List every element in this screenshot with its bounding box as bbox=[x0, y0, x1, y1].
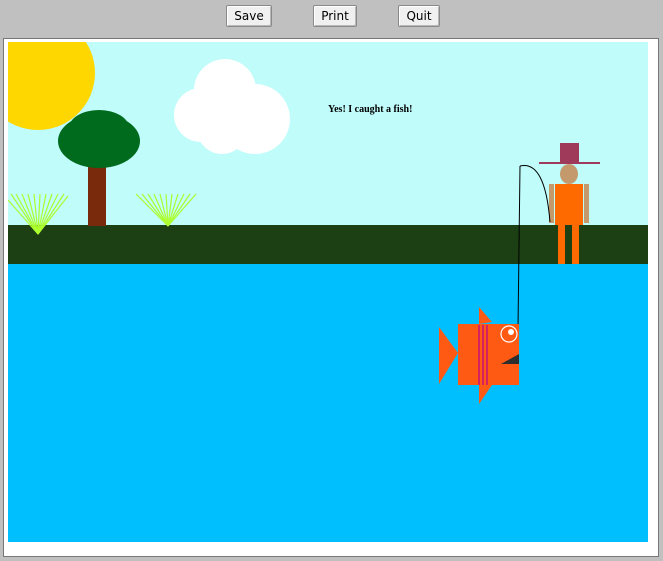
quit-button[interactable]: Quit bbox=[398, 5, 440, 27]
toolbar: Save Print Quit bbox=[0, 0, 663, 36]
torso bbox=[555, 184, 583, 225]
grass-strip bbox=[8, 225, 648, 264]
drawing-panel: Yes! I caught a fish! bbox=[3, 38, 659, 557]
print-button[interactable]: Print bbox=[313, 5, 357, 27]
water bbox=[8, 264, 648, 542]
left-leg bbox=[558, 225, 565, 264]
head bbox=[560, 164, 578, 184]
caught-fish-message: Yes! I caught a fish! bbox=[328, 104, 412, 115]
right-leg bbox=[572, 225, 579, 264]
scene-canvas: Yes! I caught a fish! bbox=[8, 42, 648, 542]
save-button[interactable]: Save bbox=[226, 5, 272, 27]
hat-crown bbox=[560, 143, 579, 162]
right-arm bbox=[584, 184, 589, 223]
hat-brim bbox=[539, 162, 600, 164]
